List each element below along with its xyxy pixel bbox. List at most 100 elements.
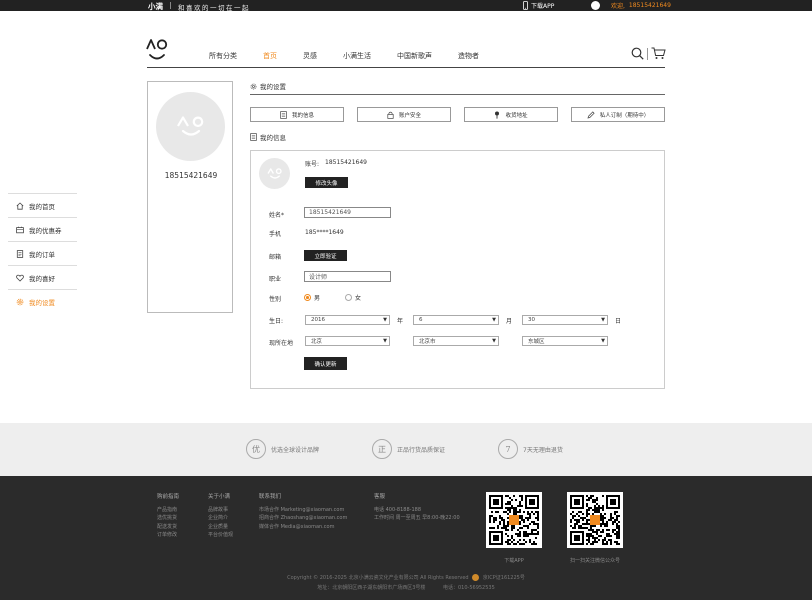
footer-column-guide: 购前指南 产品指南 选优挑货 配送发货 订单修改 <box>157 493 179 540</box>
nav-item-sing-china[interactable]: 中国新歌声 <box>397 51 432 61</box>
wechat-qr-code <box>567 492 623 548</box>
confirm-update-button[interactable]: 确认更新 <box>304 357 347 370</box>
account-value: 18515421649 <box>325 159 367 166</box>
sidebar-item-coupons[interactable]: 我的优惠券 <box>8 217 77 241</box>
sidebar-item-label: 我的优惠券 <box>29 226 62 235</box>
sidebar-item-home[interactable]: 我的首页 <box>8 193 77 217</box>
gender-male-radio[interactable]: 男 <box>304 293 320 302</box>
account-security-button[interactable]: 账户安全 <box>357 107 451 122</box>
job-field[interactable]: 设计师 <box>304 271 391 282</box>
qr-code-image <box>570 495 620 545</box>
job-label: 职业 <box>269 276 282 283</box>
location-label: 现所在地 <box>269 340 294 347</box>
footer-link[interactable]: 选优挑货 <box>157 514 179 523</box>
day-value: 30 <box>528 317 535 323</box>
welcome-text: 欢迎, <box>611 3 625 10</box>
home-icon <box>16 201 24 210</box>
footer-address: 地址：北京朝阳区西子湖东朝阳市广场西区3号楼 <box>317 585 426 591</box>
sidebar-item-orders[interactable]: 我的订单 <box>8 241 77 265</box>
main-nav: 所有分类 首页 灵感 小满生活 中国新歌声 造物者 <box>209 51 505 61</box>
settings-header: 我的设置 <box>250 81 286 91</box>
custom-order-label: 私人订制（期待中） <box>599 112 650 119</box>
sidebar-item-favorites[interactable]: 我的喜好 <box>8 265 77 289</box>
nav-item-xiaoman-life[interactable]: 小满生活 <box>343 51 371 61</box>
district-select[interactable]: 东城区 ▼ <box>522 336 608 346</box>
search-icon[interactable] <box>631 47 644 60</box>
account-security-label: 账户安全 <box>398 112 421 119</box>
document-icon <box>250 133 257 141</box>
birthday-label: 生日: <box>269 318 284 325</box>
footer-link[interactable]: 招商合作 Zhaoshang@xiaoman.com <box>259 514 347 523</box>
promo-item: 7 7天无理由退货 <box>498 439 563 459</box>
user-welcome[interactable]: 欢迎, 18515421649 <box>591 1 671 10</box>
footer-link[interactable]: 媒体合作 Media@xiaoman.com <box>259 523 347 532</box>
footer-link[interactable]: 品牌故事 <box>208 506 233 515</box>
month-select[interactable]: 6 ▼ <box>413 315 499 325</box>
day-select[interactable]: 30 ▼ <box>522 315 608 325</box>
download-app-link[interactable]: 下载APP <box>523 1 554 10</box>
cart-icon[interactable] <box>651 47 666 60</box>
download-app-qr-code <box>486 492 542 548</box>
user-avatar[interactable] <box>156 92 225 161</box>
footer-link[interactable]: 产品指南 <box>157 506 179 515</box>
footer-text: 工作时间 周一至周五 早8:00-晚22:00 <box>374 515 460 521</box>
shipping-address-button[interactable]: 收货地址 <box>464 107 558 122</box>
change-avatar-button[interactable]: 修改头像 <box>305 177 348 188</box>
footer-link[interactable]: 企业简介 <box>208 514 233 523</box>
footer-link[interactable]: 企业质量 <box>208 523 233 532</box>
gender-female-label: 女 <box>355 295 362 302</box>
sidebar-item-settings[interactable]: 我的设置 <box>8 289 77 313</box>
logo[interactable] <box>146 38 168 66</box>
nav-tools-divider <box>647 47 648 60</box>
footer-column-title: 客服 <box>374 494 386 500</box>
copyright-line: Copyright © 2016-2025 北京小满云瓷文化产业有限公司 All… <box>0 574 812 581</box>
radio-selected-indicator <box>304 294 311 301</box>
nav-item-all-categories[interactable]: 所有分类 <box>209 51 237 61</box>
day-unit: 日 <box>615 318 622 325</box>
gear-icon <box>16 298 24 305</box>
promo-item: 正 正品行货品质保证 <box>372 439 445 459</box>
name-field[interactable]: 18515421649 <box>304 207 391 218</box>
footer-link[interactable]: 平台价值观 <box>208 531 233 540</box>
nav-item-home[interactable]: 首页 <box>263 51 277 61</box>
chevron-down-icon: ▼ <box>601 317 605 323</box>
nav-item-inspiration[interactable]: 灵感 <box>303 51 317 61</box>
year-unit: 年 <box>397 318 404 325</box>
my-info-button[interactable]: 我的信息 <box>250 107 344 122</box>
icp-license[interactable]: 京ICP证161225号 <box>483 575 525 581</box>
brand-name[interactable]: 小满 <box>148 1 163 12</box>
city-select[interactable]: 北京市 ▼ <box>413 336 499 346</box>
custom-order-button[interactable]: 私人订制（期待中） <box>571 107 665 122</box>
footer-link[interactable]: 市场合作 Marketing@xiaoman.com <box>259 506 347 515</box>
city-value: 北京市 <box>419 339 436 345</box>
profile-photo[interactable] <box>259 158 290 189</box>
sidebar-username: 18515421649 <box>164 171 218 180</box>
footer-text: 电话 400-8188-188 <box>374 506 422 513</box>
promo-text: 正品行货品质保证 <box>397 446 446 454</box>
qr-caption: 下载APP <box>504 558 524 564</box>
promo-text: 优选全球设计品牌 <box>271 446 320 454</box>
verify-email-button[interactable]: 立即验证 <box>304 250 347 261</box>
slogan: 和喜欢的一切在一起 <box>178 3 250 12</box>
footer-link[interactable]: 配送发货 <box>157 523 179 532</box>
footer-link[interactable]: 订单修改 <box>157 531 179 540</box>
sidebar-item-label: 我的设置 <box>29 298 55 307</box>
phone-label: 手机 <box>269 231 282 238</box>
brand-divider <box>170 2 171 9</box>
province-select[interactable]: 北京 ▼ <box>305 336 390 346</box>
nav-item-makers[interactable]: 造物者 <box>458 51 479 61</box>
chevron-down-icon: ▼ <box>492 317 496 323</box>
promo-item: 优 优选全球设计品牌 <box>246 439 319 459</box>
footer-column-title: 联系我们 <box>259 494 282 500</box>
year-select[interactable]: 2016 ▼ <box>305 315 390 325</box>
sidebar-item-label: 我的首页 <box>29 202 55 211</box>
month-unit: 月 <box>506 318 513 325</box>
avatar[interactable] <box>591 1 600 10</box>
footer-column-service: 客服 电话 400-8188-188 工作时间 周一至周五 早8:00-晚22:… <box>374 493 460 523</box>
user-phone[interactable]: 18515421649 <box>629 2 671 9</box>
lock-icon <box>387 111 394 119</box>
info-title: 我的信息 <box>260 134 286 142</box>
order-icon <box>16 249 24 258</box>
police-badge-icon <box>472 574 480 581</box>
gender-female-radio[interactable]: 女 <box>345 293 361 302</box>
